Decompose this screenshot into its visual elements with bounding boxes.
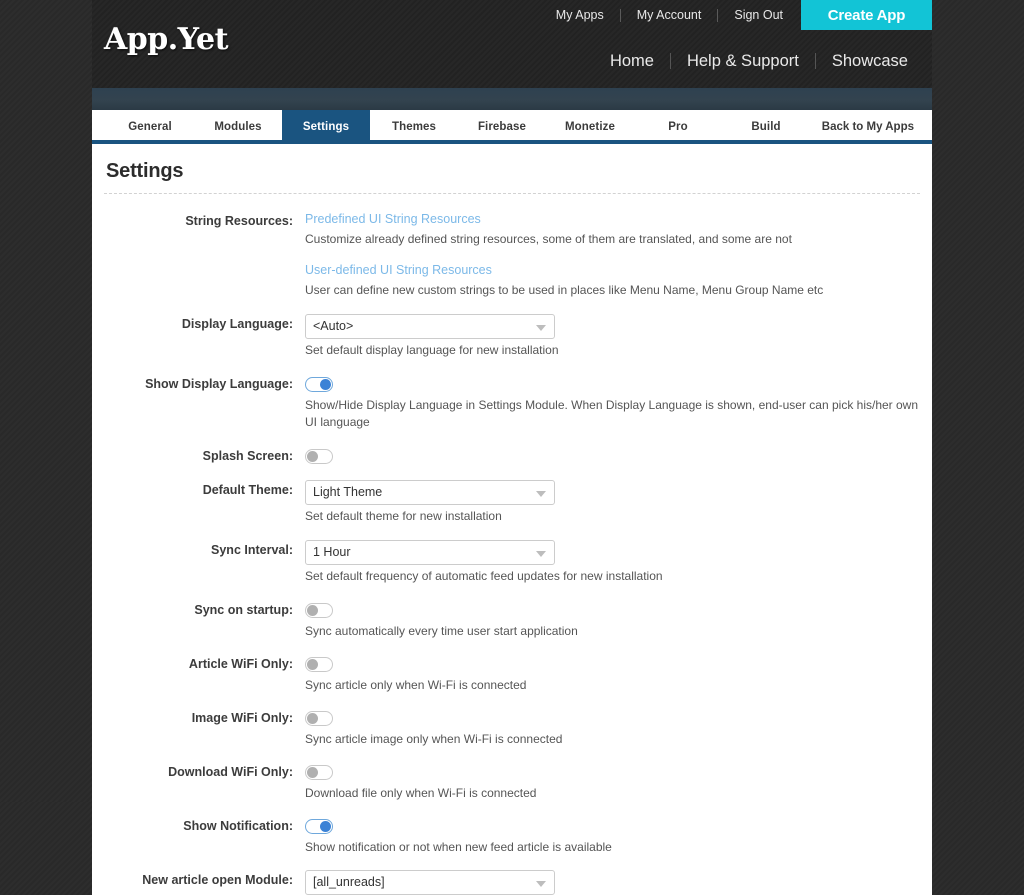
default-theme-select[interactable]: Light Theme [305, 480, 555, 505]
field-article-wifi-only: Sync article only when Wi-Fi is connecte… [305, 654, 932, 694]
label-sync-interval: Sync Interval: [211, 543, 293, 557]
sync-interval-select[interactable]: 1 Hour [305, 540, 555, 565]
row-show-display-language: Show Display Language: Show/Hide Display… [92, 374, 932, 431]
field-new-article-open-module: [all_unreads] [305, 870, 932, 895]
show-display-language-help: Show/Hide Display Language in Settings M… [305, 398, 919, 429]
tab-bar: General Modules Settings Themes Firebase… [92, 110, 932, 144]
label-sync-on-startup: Sync on startup: [194, 603, 293, 617]
row-show-notification: Show Notification: Show notification or … [92, 816, 932, 856]
show-notification-help: Show notification or not when new feed a… [305, 840, 612, 854]
toggle-knob [320, 821, 331, 833]
row-new-article-open-module: New article open Module: [all_unreads] [92, 870, 932, 895]
show-notification-toggle[interactable] [305, 819, 333, 835]
toggle-knob [307, 451, 318, 463]
splash-screen-toggle[interactable] [305, 449, 333, 465]
download-wifi-only-help: Download file only when Wi-Fi is connect… [305, 786, 537, 800]
sync-on-startup-toggle[interactable] [305, 603, 333, 619]
toggle-knob [320, 379, 331, 391]
predefined-string-resources-link[interactable]: Predefined UI String Resources [305, 211, 932, 228]
row-display-language: Display Language: <Auto> Set default dis… [92, 314, 932, 359]
sync-interval-help: Set default frequency of automatic feed … [305, 569, 663, 583]
sync-interval-select-wrap: 1 Hour [305, 540, 555, 565]
label-image-wifi-only: Image WiFi Only: [191, 711, 293, 725]
field-sync-on-startup: Sync automatically every time user start… [305, 600, 932, 640]
nav-link-showcase[interactable]: Showcase [816, 50, 924, 72]
tab-pro[interactable]: Pro [634, 110, 722, 144]
row-default-theme: Default Theme: Light Theme Set default t… [92, 480, 932, 525]
label-show-display-language: Show Display Language: [145, 377, 293, 391]
navy-divider-band [92, 88, 932, 110]
field-splash-screen [305, 446, 932, 466]
tab-settings[interactable]: Settings [282, 110, 370, 144]
nav-link-my-apps[interactable]: My Apps [540, 7, 620, 23]
row-string-resources: String Resources: Predefined UI String R… [92, 211, 932, 299]
back-to-my-apps-link[interactable]: Back to My Apps [812, 110, 924, 144]
field-default-theme: Light Theme Set default theme for new in… [305, 480, 932, 525]
toggle-knob [307, 659, 318, 671]
row-sync-interval: Sync Interval: 1 Hour Set default freque… [92, 540, 932, 585]
site-logo[interactable]: App.Yet [104, 22, 228, 57]
sync-on-startup-help: Sync automatically every time user start… [305, 624, 578, 638]
tab-build[interactable]: Build [722, 110, 810, 144]
show-display-language-toggle[interactable] [305, 377, 333, 393]
settings-form: String Resources: Predefined UI String R… [92, 194, 932, 895]
field-sync-interval: 1 Hour Set default frequency of automati… [305, 540, 932, 585]
row-article-wifi-only: Article WiFi Only: Sync article only whe… [92, 654, 932, 694]
display-language-select-wrap: <Auto> [305, 314, 555, 339]
nav-link-home[interactable]: Home [594, 50, 670, 72]
field-string-resources: Predefined UI String Resources Customize… [305, 211, 932, 299]
field-image-wifi-only: Sync article image only when Wi-Fi is co… [305, 708, 932, 748]
tab-firebase[interactable]: Firebase [458, 110, 546, 144]
tab-list: General Modules Settings Themes Firebase… [106, 110, 810, 144]
main-nav: Home Help & Support Showcase [594, 50, 924, 72]
row-image-wifi-only: Image WiFi Only: Sync article image only… [92, 708, 932, 748]
field-display-language: <Auto> Set default display language for … [305, 314, 932, 359]
new-article-open-module-select[interactable]: [all_unreads] [305, 870, 555, 895]
tab-monetize[interactable]: Monetize [546, 110, 634, 144]
row-download-wifi-only: Download WiFi Only: Download file only w… [92, 762, 932, 802]
new-article-open-module-select-wrap: [all_unreads] [305, 870, 555, 895]
toggle-knob [307, 713, 318, 725]
default-theme-select-wrap: Light Theme [305, 480, 555, 505]
image-wifi-only-help: Sync article image only when Wi-Fi is co… [305, 732, 563, 746]
row-splash-screen: Splash Screen: [92, 446, 932, 466]
nav-link-sign-out[interactable]: Sign Out [718, 7, 799, 23]
tab-general[interactable]: General [106, 110, 194, 144]
field-show-notification: Show notification or not when new feed a… [305, 816, 932, 856]
display-language-help: Set default display language for new ins… [305, 343, 559, 357]
nav-link-my-account[interactable]: My Account [621, 7, 718, 23]
utility-nav: My Apps My Account Sign Out [540, 7, 799, 23]
site-header: App.Yet My Apps My Account Sign Out Crea… [92, 0, 932, 88]
default-theme-help: Set default theme for new installation [305, 509, 502, 523]
label-show-notification: Show Notification: [183, 819, 293, 833]
article-wifi-only-help: Sync article only when Wi-Fi is connecte… [305, 678, 527, 692]
display-language-select[interactable]: <Auto> [305, 314, 555, 339]
tab-themes[interactable]: Themes [370, 110, 458, 144]
create-app-button[interactable]: Create App [801, 0, 932, 30]
label-download-wifi-only: Download WiFi Only: [168, 765, 293, 779]
row-sync-on-startup: Sync on startup: Sync automatically ever… [92, 600, 932, 640]
article-wifi-only-toggle[interactable] [305, 657, 333, 673]
label-splash-screen: Splash Screen: [202, 449, 293, 463]
user-defined-string-resources-link[interactable]: User-defined UI String Resources [305, 262, 932, 279]
label-new-article-open-module: New article open Module: [142, 873, 293, 887]
label-default-theme: Default Theme: [202, 483, 293, 497]
toggle-knob [307, 767, 318, 779]
label-display-language: Display Language: [181, 317, 293, 331]
nav-link-help-support[interactable]: Help & Support [671, 50, 815, 72]
label-article-wifi-only: Article WiFi Only: [188, 657, 293, 671]
field-show-display-language: Show/Hide Display Language in Settings M… [305, 374, 932, 431]
download-wifi-only-toggle[interactable] [305, 765, 333, 781]
image-wifi-only-toggle[interactable] [305, 711, 333, 727]
page-container: App.Yet My Apps My Account Sign Out Crea… [92, 0, 932, 895]
user-defined-string-resources-help: User can define new custom strings to be… [305, 283, 824, 297]
toggle-knob [307, 605, 318, 617]
content-card: General Modules Settings Themes Firebase… [92, 110, 932, 895]
page-title: Settings [106, 160, 184, 182]
label-string-resources: String Resources: [185, 214, 293, 228]
predefined-string-resources-help: Customize already defined string resourc… [305, 232, 792, 246]
tab-modules[interactable]: Modules [194, 110, 282, 144]
field-download-wifi-only: Download file only when Wi-Fi is connect… [305, 762, 932, 802]
